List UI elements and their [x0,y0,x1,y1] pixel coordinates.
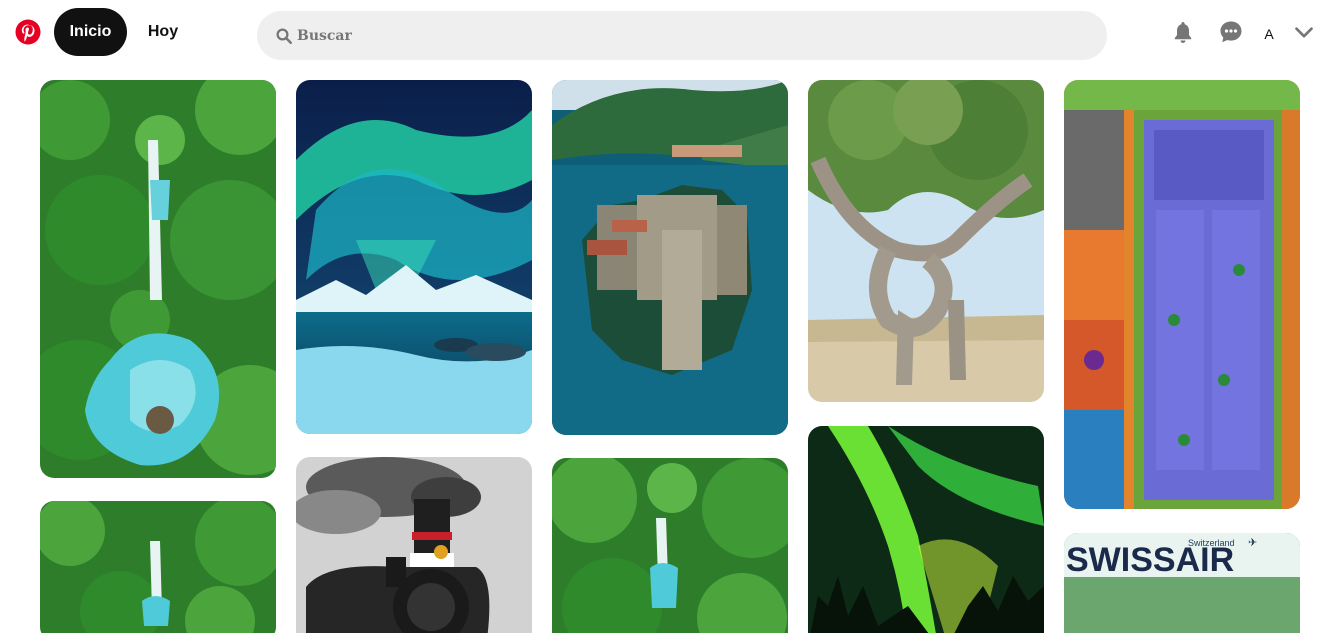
home-tab-label: Inicio [69,23,112,40]
pin-waterfall-jungle-2[interactable] [40,501,276,633]
waterfall-jungle-image [40,80,276,478]
pin-island-castle[interactable] [552,80,788,435]
bell-icon [1174,22,1192,43]
pin-aurora-lake[interactable] [296,80,532,434]
pin-green-aurora[interactable] [808,426,1044,633]
pin-waterfall-jungle-3[interactable] [552,458,788,633]
top-navigation-bar: Inicio Hoy A [0,0,1337,64]
island-castle-image [552,80,788,435]
airplane-icon: ✈ [1248,537,1258,549]
today-tab-label: Hoy [147,23,179,40]
knotted-tree-image [808,80,1044,402]
pin-purple-door[interactable] [1064,80,1300,509]
pin-swissair-poster[interactable]: Switzerland ✈ SWISSAIR [1064,533,1300,633]
green-aurora-image [808,426,1044,633]
pin-knotted-tree[interactable] [808,80,1044,402]
swissair-brand-text: SWISSAIR [1066,541,1235,579]
avatar-initial: A [1264,26,1274,42]
aurora-lake-image [296,80,532,434]
home-tab[interactable]: Inicio [54,8,127,56]
purple-door-image [1064,80,1300,509]
waterfall-jungle-image [40,501,276,633]
search-bar[interactable] [257,11,1107,60]
chevron-down-icon [1295,27,1313,38]
pinterest-logo-icon[interactable] [14,18,42,46]
search-input[interactable] [297,27,1077,44]
chat-bubble-icon [1220,21,1242,43]
messages-button[interactable] [1213,14,1249,50]
profile-avatar[interactable]: A [1257,22,1281,46]
notifications-button[interactable] [1165,14,1201,50]
steam-locomotive-image [296,457,532,633]
waterfall-jungle-image [552,458,788,633]
pin-waterfall-jungle[interactable] [40,80,276,478]
search-icon [276,28,292,44]
pin-steam-locomotive[interactable] [296,457,532,633]
today-tab[interactable]: Hoy [134,8,192,56]
account-menu-button[interactable] [1286,14,1322,50]
